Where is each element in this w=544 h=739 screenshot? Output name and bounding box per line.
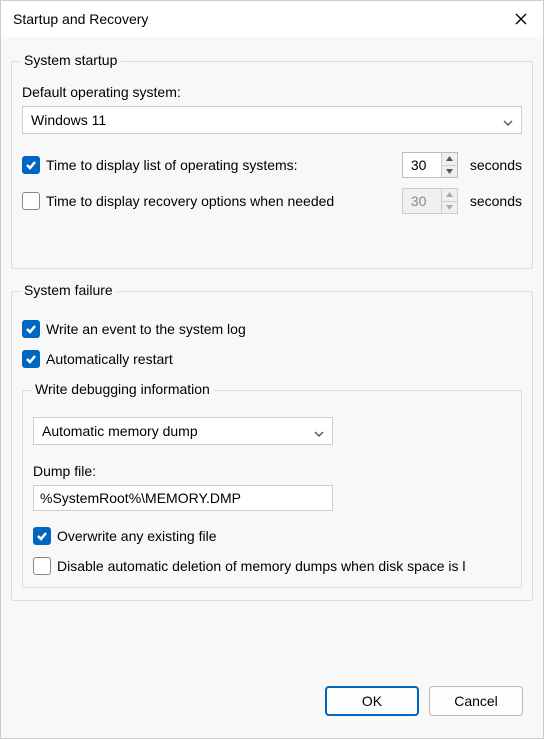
auto-restart-row: Automatically restart [22, 350, 522, 368]
spinner-up-button[interactable] [442, 153, 457, 166]
disable-auto-delete-row: Disable automatic deletion of memory dum… [33, 557, 511, 575]
time-os-list-label: Time to display list of operating system… [46, 157, 398, 173]
spinner-buttons [441, 153, 457, 177]
spinner-buttons [441, 189, 457, 213]
time-recovery-checkbox[interactable] [22, 192, 40, 210]
default-os-value: Windows 11 [31, 112, 106, 128]
startup-recovery-dialog: Startup and Recovery System startup Defa… [0, 0, 544, 739]
debug-type-value: Automatic memory dump [42, 423, 198, 439]
time-recovery-row: Time to display recovery options when ne… [22, 188, 522, 214]
disable-auto-delete-checkbox[interactable] [33, 557, 51, 575]
time-os-list-value: 30 [403, 153, 441, 177]
dialog-content: System startup Default operating system:… [1, 37, 543, 738]
time-os-list-row: Time to display list of operating system… [22, 152, 522, 178]
spinner-down-button [442, 202, 457, 214]
check-icon [25, 353, 37, 365]
time-recovery-value: 30 [403, 189, 441, 213]
system-failure-legend: System failure [20, 282, 117, 298]
default-os-combo[interactable]: Windows 11 [22, 106, 522, 134]
debug-type-combo[interactable]: Automatic memory dump [33, 417, 333, 445]
auto-restart-label: Automatically restart [46, 351, 522, 367]
dump-file-label: Dump file: [33, 463, 511, 479]
ok-button[interactable]: OK [325, 686, 419, 716]
spinner-down-button[interactable] [442, 166, 457, 178]
cancel-button[interactable]: Cancel [429, 686, 523, 716]
overwrite-label: Overwrite any existing file [57, 528, 511, 544]
overwrite-row: Overwrite any existing file [33, 527, 511, 545]
time-recovery-label: Time to display recovery options when ne… [46, 193, 398, 209]
disable-auto-delete-label: Disable automatic deletion of memory dum… [57, 558, 511, 574]
spinner-up-button [442, 189, 457, 202]
titlebar: Startup and Recovery [1, 1, 543, 37]
system-failure-group: System failure Write an event to the sys… [11, 291, 533, 601]
system-startup-legend: System startup [20, 52, 121, 68]
close-button[interactable] [511, 9, 531, 29]
write-event-label: Write an event to the system log [46, 321, 522, 337]
system-startup-group: System startup Default operating system:… [11, 61, 533, 269]
time-recovery-spinner: 30 [402, 188, 458, 214]
check-icon [36, 530, 48, 542]
default-os-label: Default operating system: [22, 84, 522, 100]
overwrite-checkbox[interactable] [33, 527, 51, 545]
close-icon [515, 13, 527, 25]
check-icon [25, 323, 37, 335]
chevron-down-icon [314, 426, 324, 436]
debug-info-legend: Write debugging information [31, 381, 214, 397]
debug-info-group: Write debugging information Automatic me… [22, 390, 522, 588]
time-os-list-spinner[interactable]: 30 [402, 152, 458, 178]
time-os-list-checkbox[interactable] [22, 156, 40, 174]
cancel-button-label: Cancel [454, 693, 498, 709]
dump-file-input[interactable] [33, 485, 333, 511]
time-recovery-unit: seconds [470, 193, 522, 209]
check-icon [25, 159, 37, 171]
auto-restart-checkbox[interactable] [22, 350, 40, 368]
write-event-checkbox[interactable] [22, 320, 40, 338]
write-event-row: Write an event to the system log [22, 320, 522, 338]
window-title: Startup and Recovery [13, 11, 148, 27]
dialog-buttons: OK Cancel [11, 676, 533, 728]
time-os-list-unit: seconds [470, 157, 522, 173]
chevron-down-icon [503, 115, 513, 125]
ok-button-label: OK [362, 693, 382, 709]
